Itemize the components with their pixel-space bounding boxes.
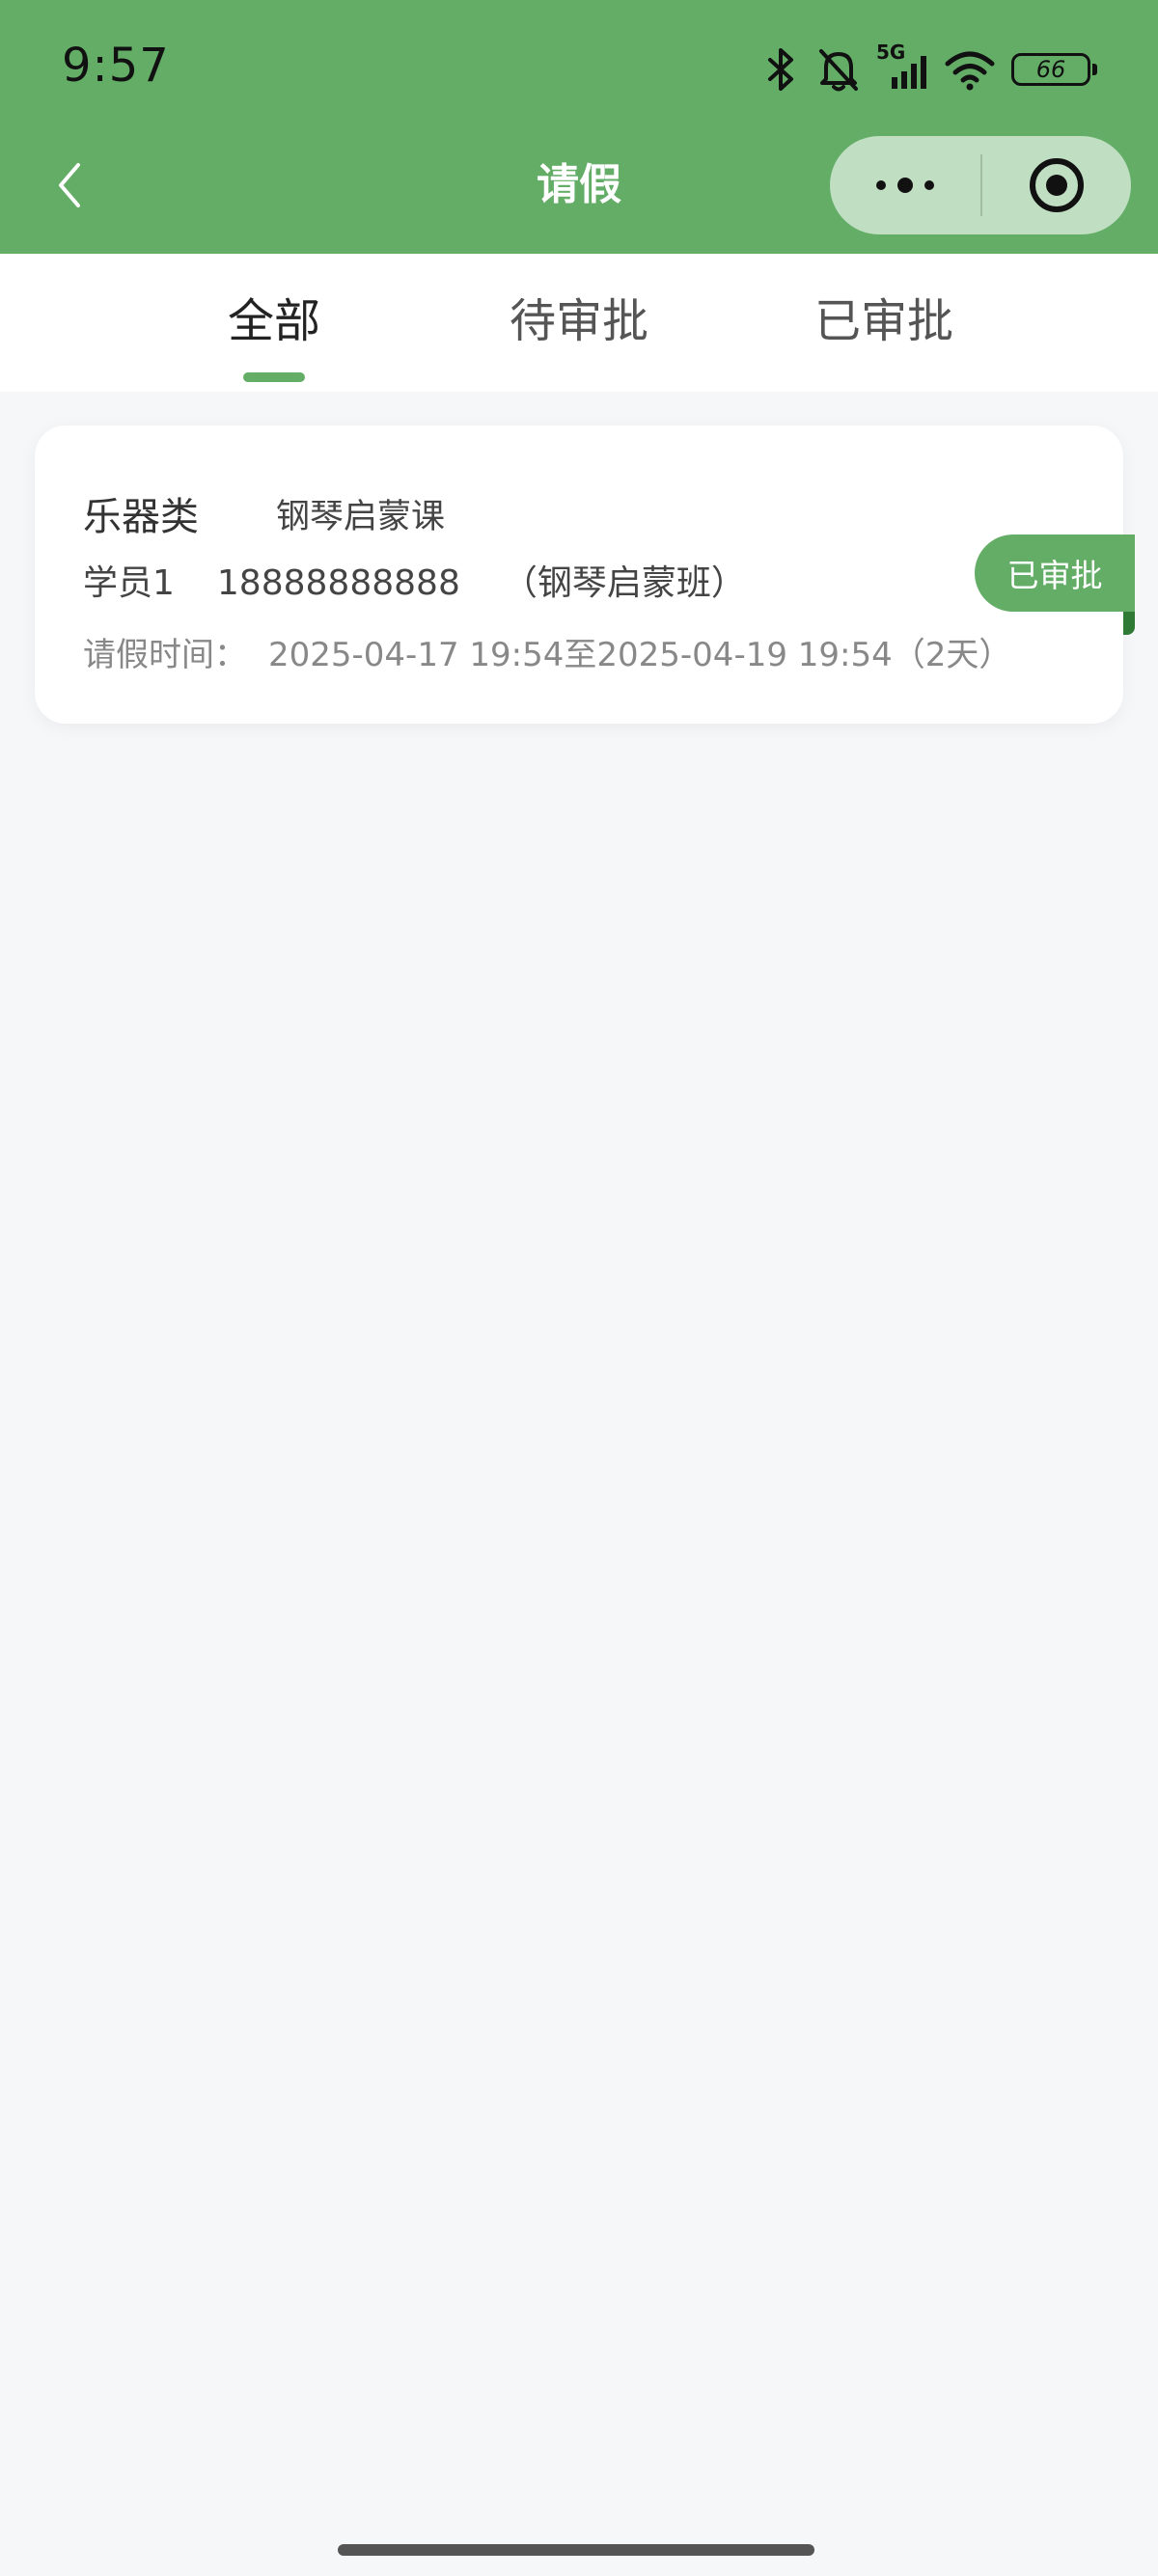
- leave-time-row: 请假时间： 2025-04-17 19:54至2025-04-19 19:54（2…: [83, 628, 1011, 675]
- status-icons: 5G 66: [762, 41, 1097, 95]
- status-badge-fold: [1123, 612, 1135, 635]
- tab-bar: 全部 待审批 已审批: [0, 254, 1158, 392]
- status-badge: 已审批: [975, 534, 1135, 612]
- leave-request-card[interactable]: 乐器类 钢琴启蒙课 学员1 18888888888 （钢琴启蒙班） 请假时间： 202…: [35, 425, 1123, 724]
- close-button[interactable]: [982, 136, 1131, 234]
- battery-level: 66: [1035, 56, 1066, 83]
- more-dots-icon: [876, 178, 934, 193]
- course-name: 钢琴启蒙课: [276, 498, 446, 536]
- battery-icon: 66: [1011, 53, 1097, 86]
- tab-label: 已审批: [813, 294, 953, 348]
- target-close-icon: [1030, 158, 1084, 212]
- leave-time-range: 2025-04-17 19:54至2025-04-19 19:54（2天）: [268, 636, 1012, 674]
- mute-bell-icon: [819, 49, 858, 92]
- wifi-icon: [945, 51, 995, 91]
- tab-active-indicator: [243, 372, 305, 382]
- student-name: 学员1: [83, 563, 175, 603]
- tab-approved[interactable]: 已审批: [787, 254, 980, 392]
- mini-program-capsule: [830, 136, 1131, 234]
- student-phone: 18888888888: [216, 563, 460, 603]
- leave-time-label: 请假时间：: [83, 636, 247, 674]
- tab-pending[interactable]: 待审批: [482, 254, 676, 392]
- page: 9:57 5G 66 请假 全部 待审批 已审批 乐器类 钢琴启蒙课 学员1 1…: [0, 0, 1158, 2576]
- home-indicator[interactable]: [338, 2544, 814, 2556]
- header: 9:57 5G 66 请假: [0, 0, 1158, 254]
- student-info-row: 学员1 18888888888 （钢琴启蒙班）: [83, 555, 788, 605]
- signal-icon: 5G: [876, 41, 928, 93]
- tab-label: 待审批: [509, 294, 648, 348]
- status-time: 9:57: [62, 39, 170, 93]
- class-name: （钢琴启蒙班）: [502, 563, 746, 603]
- course-category: 乐器类: [83, 495, 199, 539]
- tab-all[interactable]: 全部: [178, 254, 371, 392]
- bluetooth-icon: [768, 48, 793, 91]
- tab-label: 全部: [227, 294, 320, 348]
- more-button[interactable]: [830, 136, 980, 234]
